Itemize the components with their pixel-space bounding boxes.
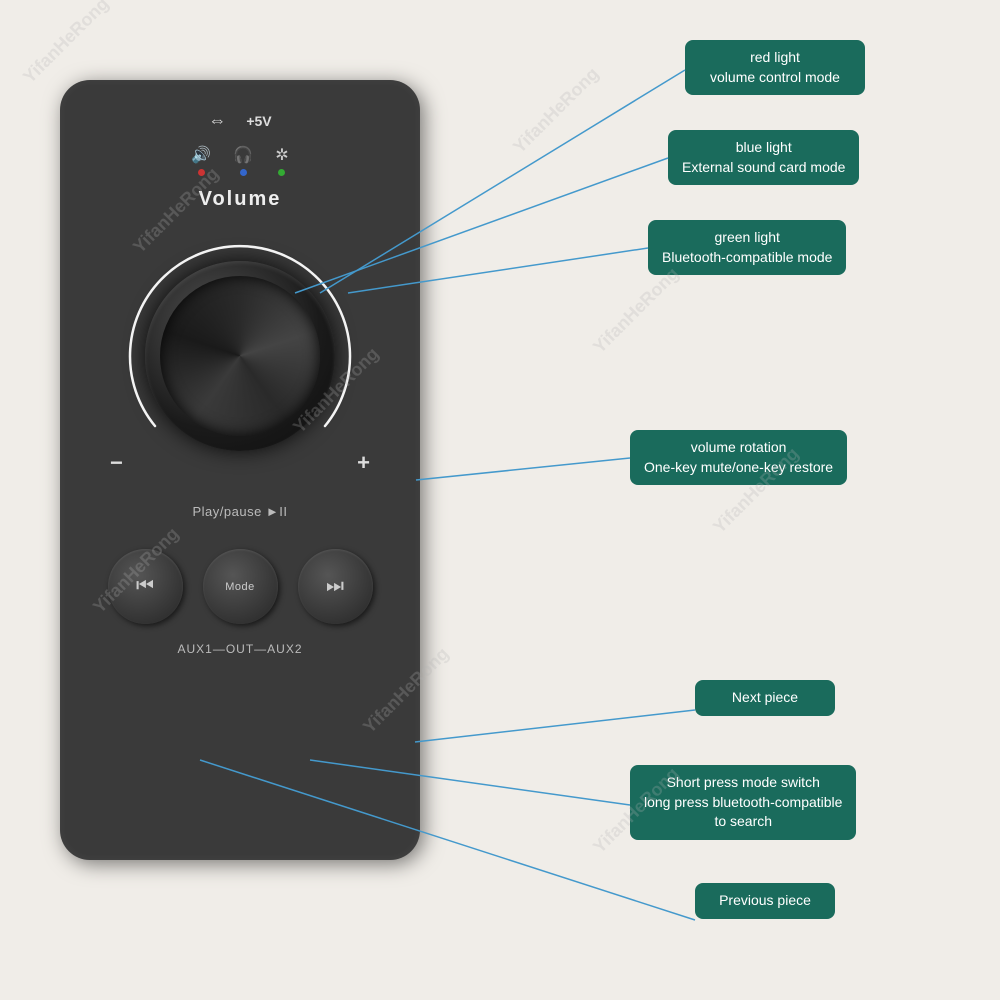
- watermark: YifanHeRong: [589, 263, 683, 357]
- prev-button[interactable]: ⏮: [108, 549, 183, 624]
- annotation-green-light: green light Bluetooth-compatible mode: [648, 220, 846, 275]
- aux-label: AUX1—OUT—AUX2: [177, 642, 302, 656]
- annotation-green-light-line1: green light: [662, 228, 832, 248]
- annotation-next-piece-label: Next piece: [709, 688, 821, 708]
- annotation-red-light-line2: volume control mode: [699, 68, 851, 88]
- audio-device: ⇔ +5V 🔊 🎧 ✲ Volume − +: [60, 80, 420, 860]
- headphone-icon: 🎧: [233, 145, 253, 165]
- knob-inner: [160, 276, 320, 436]
- annotation-mode-switch-line3: to search: [644, 812, 842, 832]
- annotation-volume-rotation-line1: volume rotation: [644, 438, 833, 458]
- annotation-mode-switch-line2: long press bluetooth-compatible: [644, 793, 842, 813]
- minus-label: −: [110, 450, 123, 476]
- speaker-icon: 🔊: [191, 145, 211, 165]
- annotation-volume-rotation-line2: One-key mute/one-key restore: [644, 458, 833, 478]
- indicator-volume: 🔊: [191, 145, 211, 176]
- annotation-mode-switch-line1: Short press mode switch: [644, 773, 842, 793]
- volume-knob-area[interactable]: − +: [100, 216, 380, 496]
- green-dot: [278, 169, 285, 176]
- annotation-red-light-line1: red light: [699, 48, 851, 68]
- watermark: YifanHeRong: [19, 0, 113, 88]
- next-icon: ⏭: [326, 575, 344, 598]
- play-pause-label[interactable]: Play/pause ►II: [192, 504, 287, 519]
- annotation-red-light: red light volume control mode: [685, 40, 865, 95]
- watermark: YifanHeRong: [509, 63, 603, 157]
- volume-knob[interactable]: [145, 261, 335, 451]
- control-buttons: ⏮ Mode ⏭: [108, 549, 373, 624]
- bluetooth-icon: ✲: [275, 145, 288, 165]
- annotation-previous-piece-label: Previous piece: [709, 891, 821, 911]
- usb-icon: ⇔: [208, 110, 226, 131]
- mode-icon: Mode: [225, 581, 255, 593]
- volume-label: Volume: [199, 188, 282, 211]
- indicator-headphone: 🎧: [233, 145, 253, 176]
- annotation-mode-switch: Short press mode switch long press bluet…: [630, 765, 856, 840]
- annotation-blue-light: blue light External sound card mode: [668, 130, 859, 185]
- blue-dot: [240, 169, 247, 176]
- annotation-volume-rotation: volume rotation One-key mute/one-key res…: [630, 430, 847, 485]
- prev-icon: ⏮: [136, 575, 154, 598]
- power-label: +5V: [246, 113, 271, 129]
- top-connectors: ⇔ +5V 🔊 🎧 ✲: [80, 110, 400, 176]
- next-button[interactable]: ⏭: [298, 549, 373, 624]
- mode-indicators: 🔊 🎧 ✲: [191, 145, 288, 176]
- mode-button[interactable]: Mode: [203, 549, 278, 624]
- annotation-next-piece: Next piece: [695, 680, 835, 716]
- annotation-green-light-line2: Bluetooth-compatible mode: [662, 248, 832, 268]
- annotation-blue-light-line2: External sound card mode: [682, 158, 845, 178]
- red-dot: [198, 169, 205, 176]
- plus-label: +: [357, 450, 370, 476]
- annotation-previous-piece: Previous piece: [695, 883, 835, 919]
- annotation-blue-light-line1: blue light: [682, 138, 845, 158]
- indicator-bluetooth: ✲: [275, 145, 288, 176]
